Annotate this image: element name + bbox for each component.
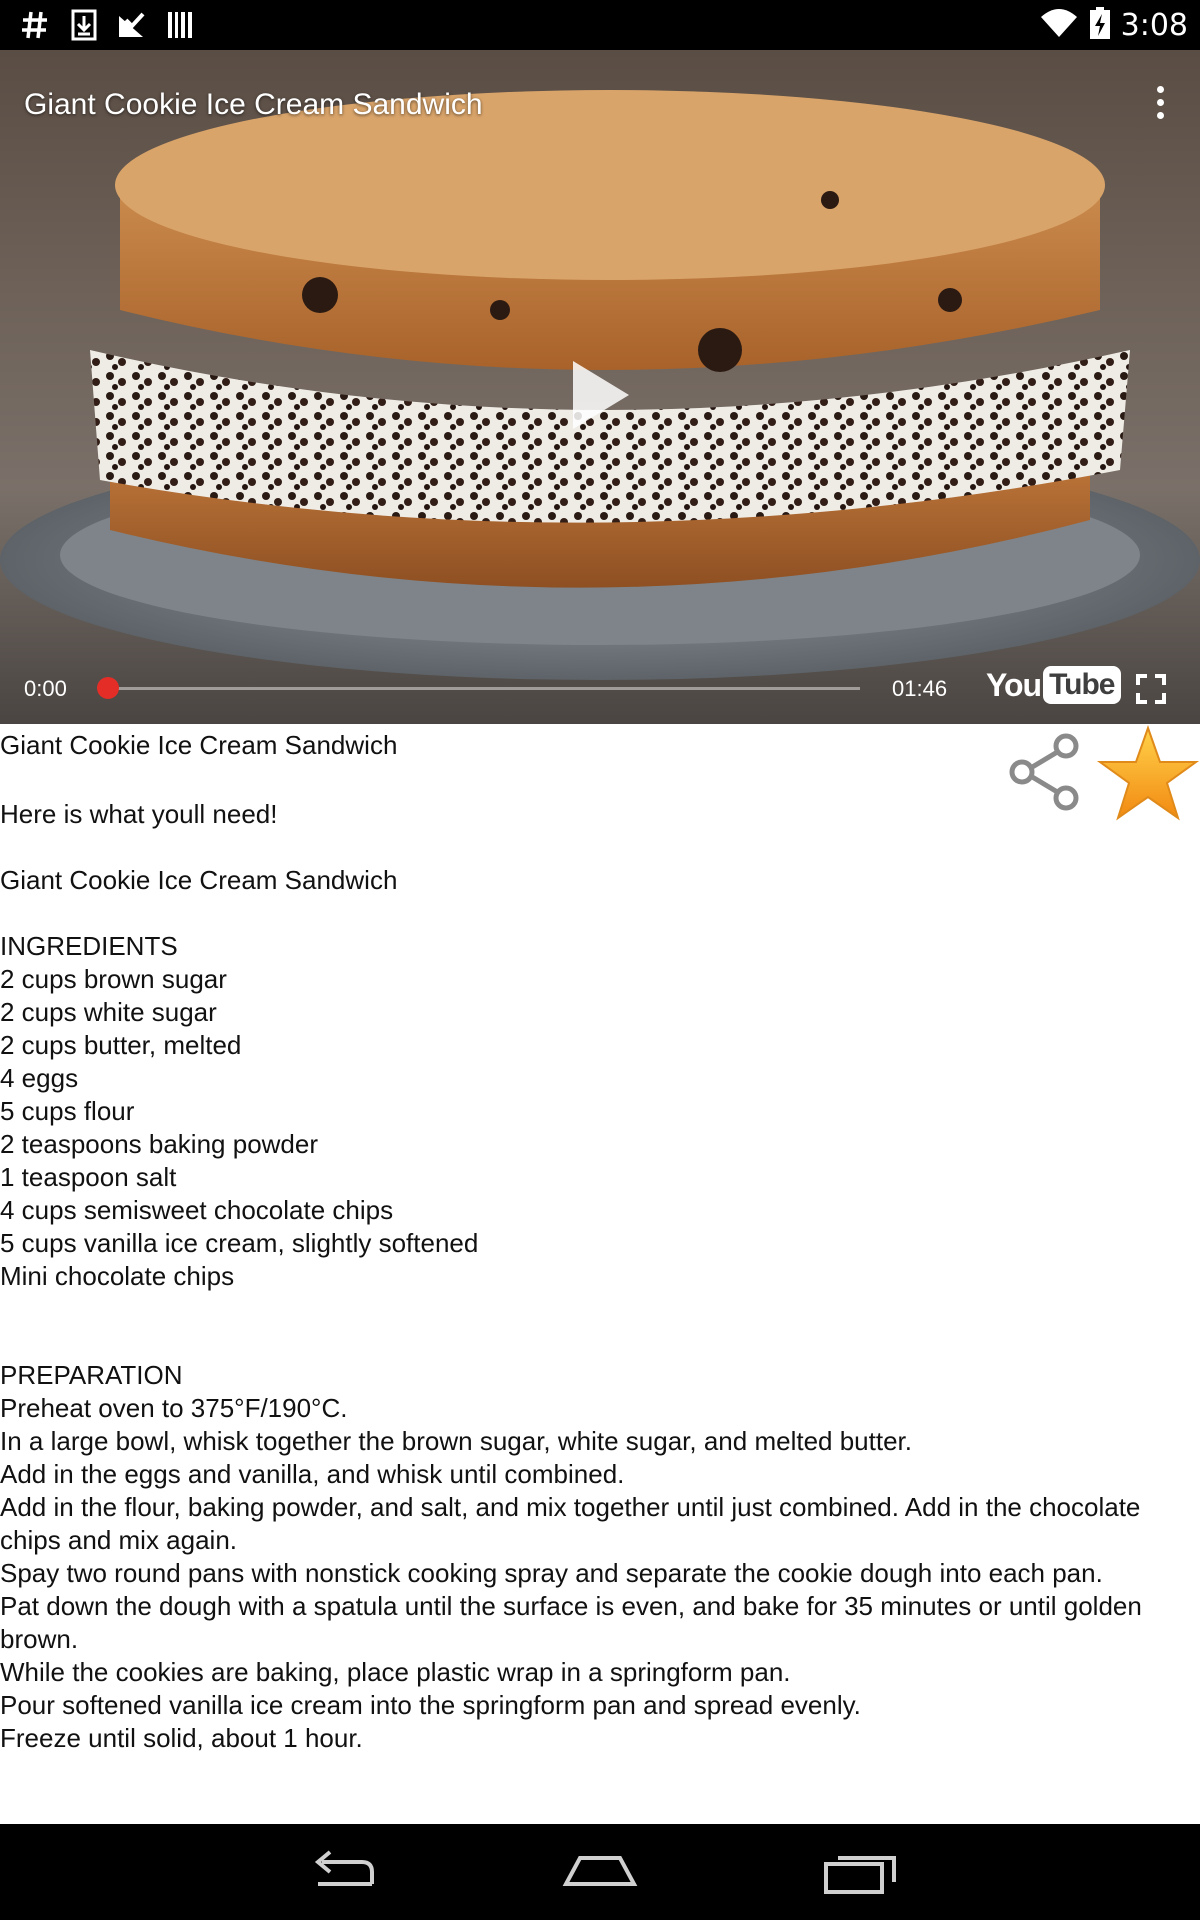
status-bar: 3:08 xyxy=(0,0,1200,50)
seek-bar[interactable] xyxy=(97,677,860,699)
recipe-content[interactable]: Giant Cookie Ice Cream Sandwich Here is … xyxy=(0,724,1200,1824)
overflow-menu-icon[interactable] xyxy=(1150,86,1170,126)
current-time: 0:00 xyxy=(24,676,67,701)
ingredient-item: 5 cups vanilla ice cream, slightly softe… xyxy=(0,1228,479,1258)
preparation-heading: PREPARATION xyxy=(0,1360,183,1390)
seek-bar-thumb[interactable] xyxy=(97,677,119,699)
navigation-bar xyxy=(0,1824,1200,1920)
barcode-icon xyxy=(166,6,194,44)
clock: 3:08 xyxy=(1120,7,1188,43)
ingredient-item: 2 teaspoons baking powder xyxy=(0,1129,319,1159)
preparation-step: While the cookies are baking, place plas… xyxy=(0,1657,791,1687)
ingredient-item: 2 cups butter, melted xyxy=(0,1030,242,1060)
preparation-step: In a large bowl, whisk together the brow… xyxy=(0,1426,912,1456)
youtube-logo-tube: Tube xyxy=(1043,666,1121,704)
preparation-step: Freeze until solid, about 1 hour. xyxy=(0,1723,363,1753)
preparation-step: Pat down the dough with a spatula until … xyxy=(0,1591,1142,1654)
inbox-check-icon xyxy=(116,6,146,44)
ingredient-item: 2 cups brown sugar xyxy=(0,964,227,994)
preparation-step: Add in the eggs and vanilla, and whisk u… xyxy=(0,1459,625,1489)
fullscreen-icon[interactable] xyxy=(1136,674,1166,704)
ingredient-item: Mini chocolate chips xyxy=(0,1261,235,1291)
ingredient-item: 4 cups semisweet chocolate chips xyxy=(0,1195,394,1225)
youtube-logo[interactable]: You Tube xyxy=(986,666,1121,704)
recipe-title: Giant Cookie Ice Cream Sandwich xyxy=(0,730,398,760)
play-button[interactable] xyxy=(565,355,635,435)
preparation-step: Spay two round pans with nonstick cookin… xyxy=(0,1558,1103,1588)
video-title: Giant Cookie Ice Cream Sandwich xyxy=(24,88,483,121)
ingredient-item: 1 teaspoon salt xyxy=(0,1162,177,1192)
video-player[interactable]: Giant Cookie Ice Cream Sandwich 0:00 01:… xyxy=(0,50,1200,724)
ingredient-item: 5 cups flour xyxy=(0,1096,135,1126)
wifi-icon xyxy=(1039,7,1079,44)
download-icon xyxy=(70,6,98,44)
recipe-body: Here is what youll need! Giant Cookie Ic… xyxy=(0,798,1180,1755)
battery-charging-icon xyxy=(1089,6,1111,45)
video-controls: 0:00 01:46 You Tube xyxy=(0,652,1200,724)
total-time: 01:46 xyxy=(892,676,948,701)
ingredients-heading: INGREDIENTS xyxy=(0,931,178,961)
recents-icon[interactable] xyxy=(820,1846,900,1898)
preparation-step: Preheat oven to 375°F/190°C. xyxy=(0,1393,348,1423)
hash-icon xyxy=(20,6,50,44)
ingredient-item: 2 cups white sugar xyxy=(0,997,217,1027)
ingredient-item: 4 eggs xyxy=(0,1063,79,1093)
back-icon[interactable] xyxy=(304,1846,384,1898)
recipe-intro: Here is what youll need! xyxy=(0,799,278,829)
youtube-logo-you: You xyxy=(986,666,1042,703)
preparation-step: Pour softened vanilla ice cream into the… xyxy=(0,1690,861,1720)
recipe-subtitle: Giant Cookie Ice Cream Sandwich xyxy=(0,865,398,895)
preparation-step: Add in the flour, baking powder, and sal… xyxy=(0,1492,1141,1555)
home-icon[interactable] xyxy=(560,1846,640,1898)
